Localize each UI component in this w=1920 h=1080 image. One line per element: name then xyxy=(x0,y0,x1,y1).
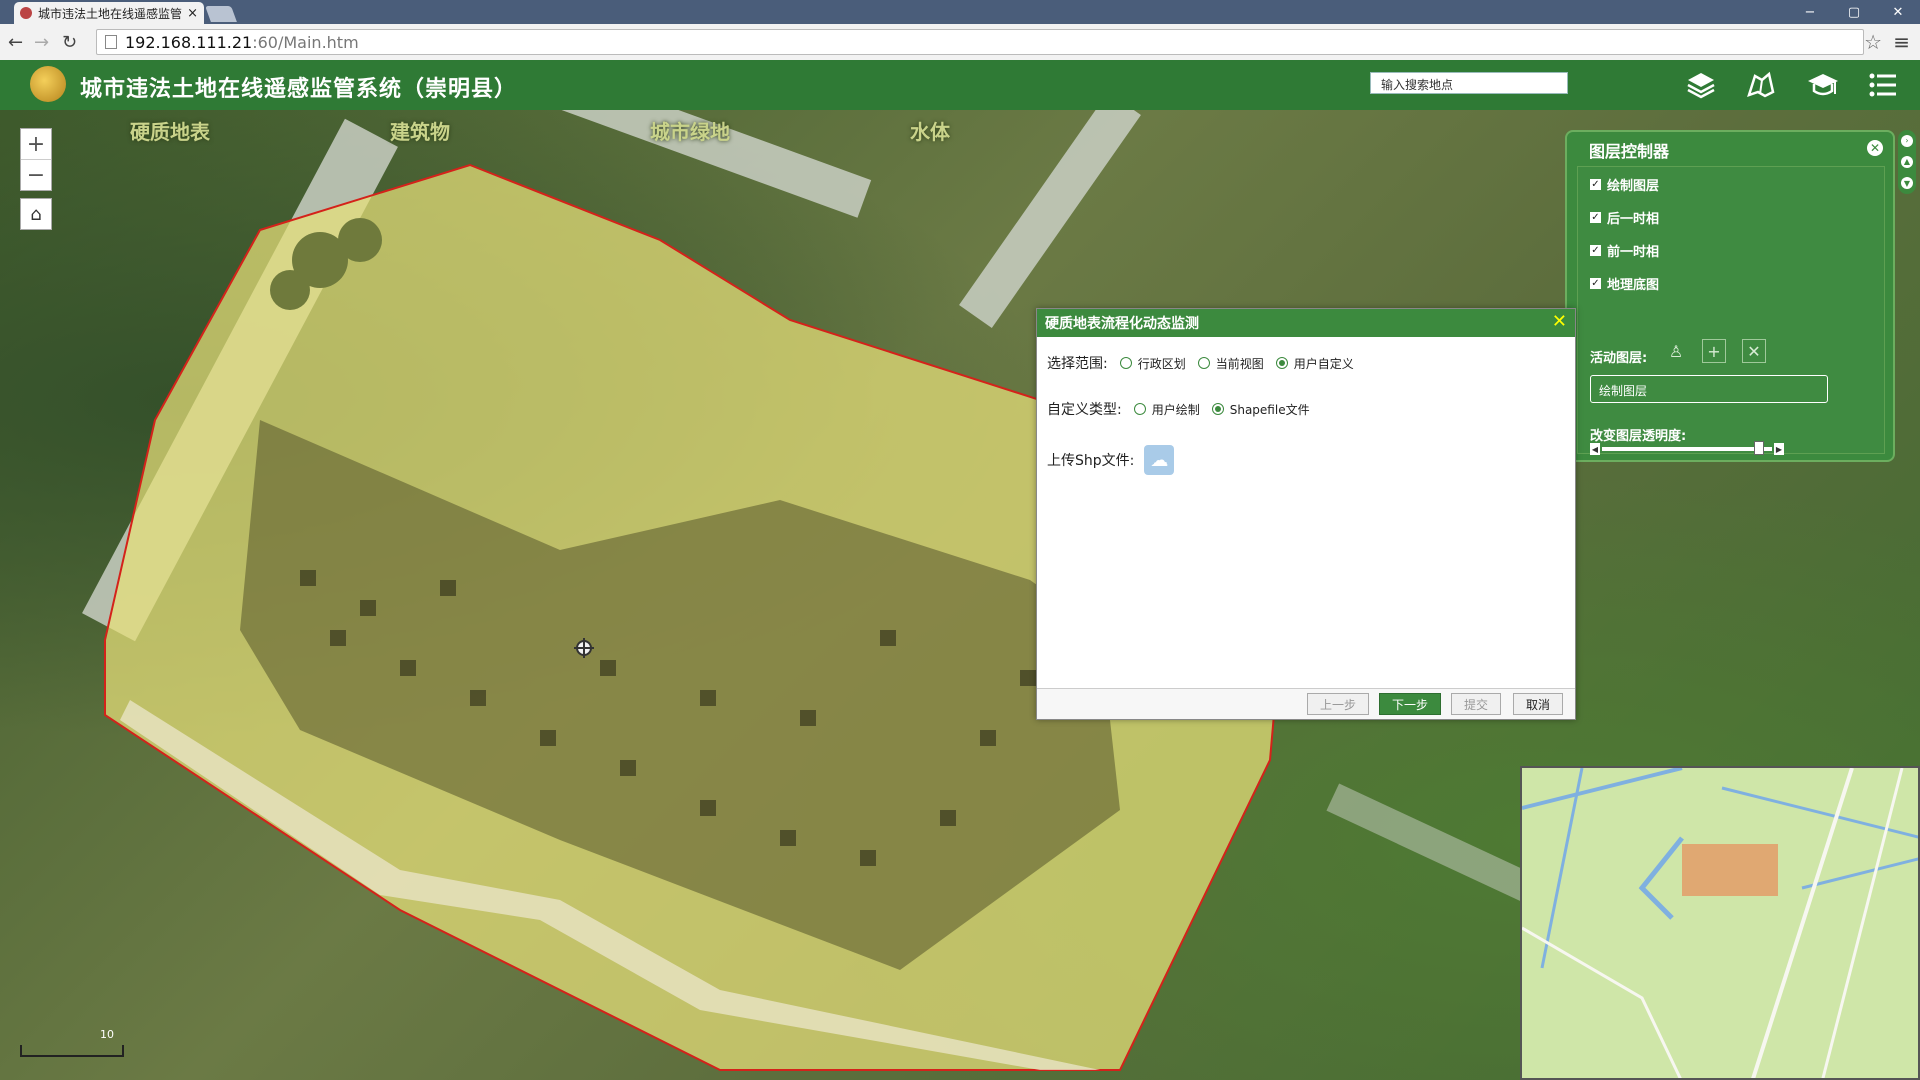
slider-track[interactable] xyxy=(1602,447,1772,451)
scope-label: 选择范围: xyxy=(1047,356,1108,372)
overview-map-graphic xyxy=(1522,768,1918,1078)
layer-label: 绘制图层 xyxy=(1607,179,1660,194)
scope-radio-admin[interactable] xyxy=(1119,357,1132,369)
back-arrow-icon[interactable]: ← xyxy=(8,32,23,53)
zoom-control: + − xyxy=(20,128,52,191)
scale-label: 10 xyxy=(100,1028,114,1041)
tab-favicon-icon xyxy=(20,7,32,19)
scroll-down-icon[interactable]: ▼ xyxy=(1901,177,1913,190)
forward-arrow-icon[interactable]: → xyxy=(34,32,49,53)
minimize-button[interactable]: − xyxy=(1788,0,1832,24)
location-search-input[interactable]: 输入搜索地点 xyxy=(1370,72,1568,94)
layer-item-next-phase[interactable]: ✓ 后一时相 xyxy=(1590,208,1659,227)
bookmark-star-icon[interactable]: ☆ xyxy=(1864,30,1882,54)
browser-menu-icon[interactable]: ≡ xyxy=(1893,30,1910,54)
layer-controller-title: 图层控制器 xyxy=(1589,142,1670,161)
dialog-title: 硬质地表流程化动态监测 xyxy=(1045,316,1199,332)
layer-checkbox[interactable]: ✓ xyxy=(1590,212,1601,223)
list-menu-icon[interactable] xyxy=(1866,68,1900,102)
app-header: 城市违法土地在线遥感监管系统（崇明县） 输入搜索地点 xyxy=(0,60,1920,110)
upload-cloud-icon[interactable]: ☁ xyxy=(1144,445,1175,475)
upload-label: 上传Shp文件: xyxy=(1047,453,1135,469)
add-layer-icon[interactable]: + xyxy=(1702,339,1726,363)
layers-icon[interactable] xyxy=(1684,68,1718,102)
scope-row: 选择范围: 行政区划 当前视图 用户自定义 xyxy=(1047,353,1354,373)
layer-item-basemap[interactable]: ✓ 地理底图 xyxy=(1590,274,1659,293)
layer-label: 地理底图 xyxy=(1607,278,1660,293)
overview-map[interactable] xyxy=(1520,766,1920,1080)
slider-right-arrow-icon[interactable]: ▶ xyxy=(1774,443,1784,455)
monitoring-dialog: 硬质地表流程化动态监测 ✕ 选择范围: 行政区划 当前视图 用户自定义 自定义类… xyxy=(1036,308,1576,720)
type-option-label: Shapefile文件 xyxy=(1229,402,1310,417)
scroll-right-icon[interactable]: › xyxy=(1901,134,1913,147)
person-icon[interactable]: ♙ xyxy=(1664,339,1688,363)
category-tab-water[interactable]: 水体 xyxy=(910,110,1170,150)
url-field[interactable]: 192.168.111.21:60/Main.htm xyxy=(96,29,1864,55)
type-row: 自定义类型: 用户绘制 Shapefile文件 xyxy=(1047,399,1310,419)
address-bar: ← → ↻ 192.168.111.21:60/Main.htm ☆ ≡ xyxy=(0,24,1920,61)
zoom-out-button[interactable]: − xyxy=(21,160,51,190)
category-tabs: 硬质地表 建筑物 城市绿地 水体 xyxy=(130,110,1170,150)
layer-controller-body: ✓ 绘制图层 ✓ 后一时相 ✓ 前一时相 ✓ 地理底图 活动图层: ♙ + ✕ … xyxy=(1577,166,1885,455)
close-window-button[interactable]: ✕ xyxy=(1876,0,1920,24)
tab-title: 城市违法土地在线遥感监管 xyxy=(38,6,183,21)
category-tab-building[interactable]: 建筑物 xyxy=(390,110,650,150)
type-radio-user-draw[interactable] xyxy=(1133,403,1146,415)
browser-tab[interactable]: 城市违法土地在线遥感监管 × xyxy=(14,2,204,24)
submit-button[interactable]: 提交 xyxy=(1451,693,1502,715)
app-logo xyxy=(30,66,66,102)
next-step-button[interactable]: 下一步 xyxy=(1379,693,1442,715)
home-icon[interactable]: ⌂ xyxy=(20,198,52,230)
scope-option-label: 用户自定义 xyxy=(1293,356,1354,371)
tab-close-button[interactable]: × xyxy=(187,6,198,21)
cancel-button[interactable]: 取消 xyxy=(1513,693,1564,715)
scope-option-label: 行政区划 xyxy=(1137,356,1186,371)
scope-radio-user-defined[interactable] xyxy=(1275,357,1288,369)
slider-left-arrow-icon[interactable]: ◀ xyxy=(1590,443,1600,455)
layer-checkbox[interactable]: ✓ xyxy=(1590,245,1601,256)
url-path: :60/Main.htm xyxy=(252,32,359,52)
dialog-close-icon[interactable]: ✕ xyxy=(1552,313,1567,331)
dialog-titlebar[interactable]: 硬质地表流程化动态监测 ✕ xyxy=(1037,309,1575,337)
layer-controller-panel: 图层控制器 ✕ ✓ 绘制图层 ✓ 后一时相 ✓ 前一时相 ✓ 地理底图 活动图层… xyxy=(1565,130,1895,462)
panel-side-scroller[interactable]: › ▲ ▼ xyxy=(1898,130,1916,194)
layer-label: 前一时相 xyxy=(1607,245,1660,260)
prev-step-button[interactable]: 上一步 xyxy=(1307,693,1370,715)
scope-option-label: 当前视图 xyxy=(1215,356,1264,371)
upload-row: 上传Shp文件: ☁ xyxy=(1047,445,1175,475)
dialog-footer: 上一步 下一步 提交 取消 xyxy=(1037,688,1575,719)
restore-button[interactable]: ▢ xyxy=(1832,0,1876,24)
remove-layer-icon[interactable]: ✕ xyxy=(1742,339,1766,363)
type-radio-shapefile[interactable] xyxy=(1211,403,1224,415)
slider-thumb[interactable] xyxy=(1754,441,1764,455)
app-title: 城市违法土地在线遥感监管系统（崇明县） xyxy=(80,77,518,102)
window-controls: − ▢ ✕ xyxy=(1788,0,1920,24)
opacity-label: 改变图层透明度: xyxy=(1590,429,1687,444)
zoom-in-button[interactable]: + xyxy=(21,129,51,160)
active-layer-field[interactable]: 绘制图层 xyxy=(1590,375,1828,403)
reload-icon[interactable]: ↻ xyxy=(62,32,77,53)
layer-item-draw[interactable]: ✓ 绘制图层 xyxy=(1590,175,1659,194)
type-label: 自定义类型: xyxy=(1047,402,1122,418)
layer-panel-close-icon[interactable]: ✕ xyxy=(1867,140,1883,156)
new-tab-button[interactable] xyxy=(205,6,237,22)
category-tab-hard-surface[interactable]: 硬质地表 xyxy=(130,110,390,150)
page-icon xyxy=(105,35,117,49)
map-tool-icon[interactable] xyxy=(1744,68,1778,102)
scale-bar xyxy=(20,1045,124,1057)
scroll-up-icon[interactable]: ▲ xyxy=(1901,155,1913,168)
layer-label: 后一时相 xyxy=(1607,212,1660,227)
layer-checkbox[interactable]: ✓ xyxy=(1590,278,1601,289)
browser-tabbar: 城市违法土地在线遥感监管 × − ▢ ✕ xyxy=(0,0,1920,24)
url-host: 192.168.111.21 xyxy=(125,32,253,52)
graduation-cap-icon[interactable] xyxy=(1806,68,1840,102)
overview-extent-box[interactable] xyxy=(1682,844,1778,896)
layer-checkbox[interactable]: ✓ xyxy=(1590,179,1601,190)
active-layer-label: 活动图层: xyxy=(1590,351,1648,366)
layer-item-prev-phase[interactable]: ✓ 前一时相 xyxy=(1590,241,1659,260)
scope-radio-current-view[interactable] xyxy=(1197,357,1210,369)
type-option-label: 用户绘制 xyxy=(1151,402,1200,417)
category-tab-urban-green[interactable]: 城市绿地 xyxy=(650,110,910,150)
opacity-slider[interactable]: ◀ ▶ xyxy=(1590,441,1784,455)
